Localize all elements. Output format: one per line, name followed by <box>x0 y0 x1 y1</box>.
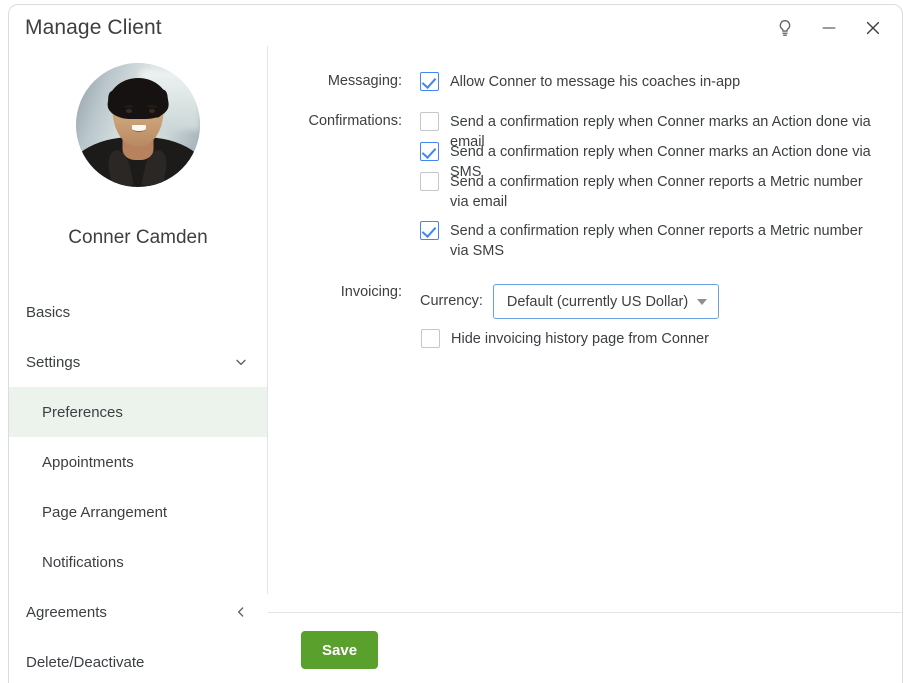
currency-label: Currency: <box>420 293 483 309</box>
confirmations-label: Confirmations: <box>308 113 402 129</box>
sidebar-item-label: Preferences <box>42 403 123 421</box>
app-root: Manage Client Conner Camden Basics Setti… <box>0 0 911 683</box>
sidebar-item-label: Agreements <box>26 603 107 621</box>
lightbulb-icon[interactable] <box>766 11 804 45</box>
confirmation-action-email-checkbox[interactable] <box>420 112 439 131</box>
currency-select[interactable]: Default (currently US Dollar) <box>492 284 720 319</box>
confirmation-action-sms-checkbox[interactable] <box>420 142 439 161</box>
confirmation-metric-email-label: Send a confirmation reply when Conner re… <box>450 174 863 210</box>
hide-invoicing-history-row[interactable]: Hide invoicing history page from Conner <box>421 329 891 349</box>
sidebar-item-basics[interactable]: Basics <box>9 287 267 337</box>
messaging-allow-row[interactable]: Allow Conner to message his coaches in-a… <box>420 72 890 92</box>
sidebar-item-label: Settings <box>26 353 81 371</box>
sidebar-item-label: Appointments <box>42 453 134 471</box>
sidebar-item-delete-deactivate[interactable]: Delete/Deactivate <box>9 637 267 683</box>
window-controls <box>766 11 892 45</box>
minimize-icon[interactable] <box>810 11 848 45</box>
confirmation-metric-sms-label: Send a confirmation reply when Conner re… <box>450 223 863 259</box>
sidebar-item-page-arrangement[interactable]: Page Arrangement <box>9 487 267 537</box>
sidebar-item-notifications[interactable]: Notifications <box>9 537 267 587</box>
sidebar-item-label: Page Arrangement <box>42 503 168 521</box>
sidebar-item-settings[interactable]: Settings <box>9 337 267 387</box>
messaging-label-row: Messaging: <box>268 73 402 89</box>
invoicing-label: Invoicing: <box>340 284 402 300</box>
sidebar-item-label: Basics <box>26 303 71 321</box>
invoicing-label-row: Invoicing: <box>268 284 402 300</box>
confirmation-metric-email-row[interactable]: Send a confirmation reply when Conner re… <box>420 172 875 212</box>
manage-client-window: Manage Client Conner Camden Basics Setti… <box>8 4 903 683</box>
sidebar-item-label: Notifications <box>42 553 124 571</box>
client-name: Conner Camden <box>68 227 208 248</box>
messaging-allow-checkbox[interactable] <box>420 72 439 91</box>
confirmation-metric-sms-row[interactable]: Send a confirmation reply when Conner re… <box>420 221 875 261</box>
page-title: Manage Client <box>25 16 162 39</box>
confirmation-metric-sms-checkbox[interactable] <box>420 221 439 240</box>
sidebar-item-preferences[interactable]: Preferences <box>9 387 267 437</box>
sidebar-item-appointments[interactable]: Appointments <box>9 437 267 487</box>
preferences-form: Messaging: Allow Conner to message his c… <box>268 49 902 612</box>
currency-row: Currency: Default (currently US Dollar) <box>420 284 720 319</box>
sidebar-nav: Basics Settings Preferences Appointments <box>9 287 267 683</box>
messaging-label: Messaging: <box>327 73 402 89</box>
chevron-down-icon <box>233 337 249 387</box>
currency-selected-value: Default (currently US Dollar) <box>506 293 689 310</box>
hide-invoicing-history-label: Hide invoicing history page from Conner <box>451 331 709 347</box>
hide-invoicing-history-checkbox[interactable] <box>421 329 440 348</box>
title-bar: Manage Client <box>9 5 902 49</box>
form-footer: Save <box>268 613 902 683</box>
confirmations-label-row: Confirmations: <box>268 113 402 129</box>
save-button[interactable]: Save <box>301 631 379 669</box>
sidebar-item-agreements[interactable]: Agreements <box>9 587 267 637</box>
chevron-left-icon <box>233 587 249 637</box>
messaging-allow-label: Allow Conner to message his coaches in-a… <box>450 74 741 90</box>
sidebar: Conner Camden Basics Settings Preference… <box>9 49 267 683</box>
confirmation-metric-email-checkbox[interactable] <box>420 172 439 191</box>
sidebar-item-label: Delete/Deactivate <box>26 653 145 671</box>
avatar-container <box>9 63 267 187</box>
avatar <box>76 63 200 187</box>
chevron-down-icon <box>697 298 708 305</box>
close-icon[interactable] <box>854 11 892 45</box>
